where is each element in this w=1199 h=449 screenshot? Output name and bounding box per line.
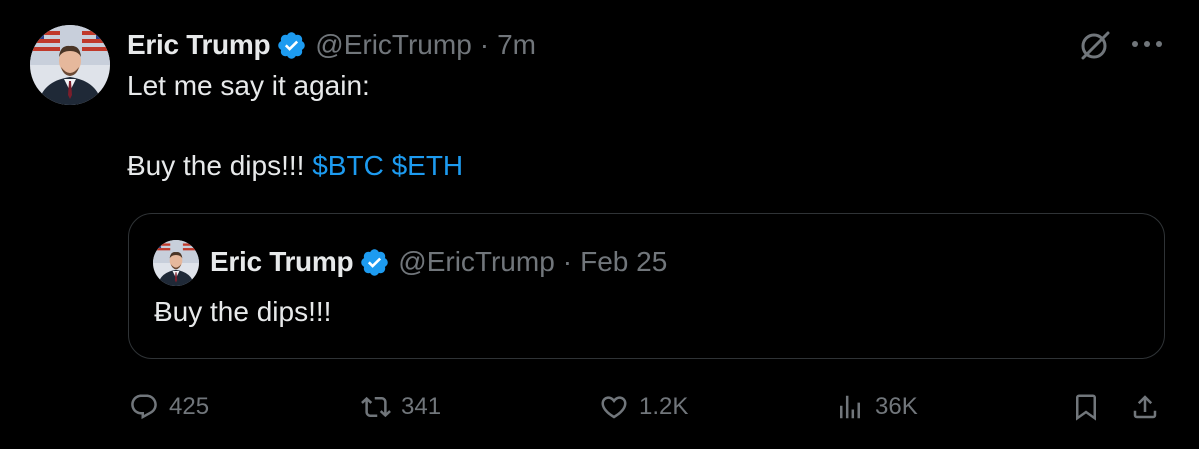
views-count: 36K bbox=[875, 393, 918, 420]
views-chart-icon bbox=[840, 395, 860, 419]
avatar-image bbox=[30, 25, 110, 105]
tweet-text-line: Let me say it again: bbox=[127, 70, 370, 101]
quote-avatar-image bbox=[153, 240, 199, 286]
author-handle[interactable]: @EricTrump bbox=[315, 29, 472, 61]
cashtag-btc[interactable]: $BTC bbox=[312, 150, 384, 181]
author-display-name[interactable]: Eric Trump bbox=[127, 29, 271, 61]
share-button[interactable] bbox=[1130, 385, 1160, 429]
tweet-text: Ƀuy the dips!!! bbox=[127, 150, 313, 181]
action-bar: 425 341 1.2K 36K bbox=[0, 385, 1199, 429]
views-button[interactable]: 36K bbox=[835, 385, 918, 429]
quoted-tweet[interactable]: Eric Trump @EricTrump · Feb 25 Ƀuy the d… bbox=[128, 213, 1165, 359]
reply-icon bbox=[131, 394, 157, 420]
quote-text: Ƀuy the dips!!! bbox=[154, 296, 332, 327]
quote-date: Feb 25 bbox=[580, 246, 668, 277]
heart-icon bbox=[601, 396, 627, 419]
like-button[interactable]: 1.2K bbox=[599, 385, 688, 429]
separator-dot: · bbox=[479, 29, 490, 60]
reply-button[interactable]: 425 bbox=[129, 385, 209, 429]
reply-count: 425 bbox=[169, 393, 210, 420]
verified-badge-icon bbox=[278, 31, 306, 59]
repost-count: 341 bbox=[401, 393, 442, 420]
repost-icon bbox=[361, 396, 391, 418]
separator-dot: · bbox=[562, 246, 573, 277]
cashtag-eth[interactable]: $ETH bbox=[392, 150, 464, 181]
quote-header: Eric Trump @EricTrump · Feb 25 bbox=[210, 243, 667, 281]
bookmark-icon bbox=[1076, 394, 1096, 421]
quote-author-display-name: Eric Trump bbox=[210, 246, 354, 277]
avatar[interactable] bbox=[30, 25, 110, 105]
more-icon[interactable] bbox=[1129, 36, 1165, 52]
verified-badge-icon bbox=[361, 248, 389, 276]
tweet[interactable]: Eric Trump @EricTrump · 7m Let me say it… bbox=[0, 0, 1199, 449]
quote-author-handle: @EricTrump bbox=[398, 246, 555, 277]
tweet-text-line: Ƀuy the dips!!! $BTC $ETH bbox=[127, 150, 463, 182]
quote-avatar[interactable] bbox=[153, 240, 199, 286]
grok-icon[interactable] bbox=[1078, 28, 1112, 62]
timestamp[interactable]: 7m bbox=[497, 29, 536, 61]
like-count: 1.2K bbox=[639, 393, 689, 420]
bookmark-button[interactable] bbox=[1071, 385, 1101, 429]
tweet-header: Eric Trump @EricTrump · 7m bbox=[127, 26, 536, 64]
share-icon bbox=[1133, 395, 1157, 419]
repost-button[interactable]: 341 bbox=[361, 385, 441, 429]
